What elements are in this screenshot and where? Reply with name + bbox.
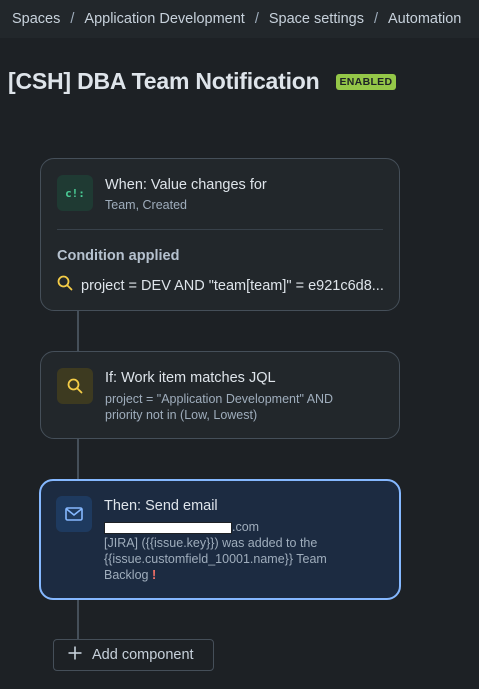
breadcrumb-separator: / bbox=[70, 11, 75, 27]
breadcrumb-separator: / bbox=[254, 11, 259, 27]
condition-applied-label: Condition applied bbox=[57, 248, 180, 264]
action-title: Then: Send email bbox=[104, 498, 218, 514]
page-title[interactable]: [CSH] DBA Team Notification bbox=[8, 68, 320, 95]
plus-icon bbox=[68, 646, 82, 665]
breadcrumb-spaces[interactable]: Spaces bbox=[12, 11, 60, 27]
condition-applied-text: project = DEV AND "team[team]" = e921c6d… bbox=[81, 277, 384, 294]
email-icon bbox=[56, 496, 92, 532]
breadcrumb-automation[interactable]: Automation bbox=[388, 11, 461, 27]
condition-jql-line2: priority not in (Low, Lowest) bbox=[105, 408, 258, 422]
breadcrumb-space-settings[interactable]: Space settings bbox=[269, 11, 364, 27]
breadcrumb-application-development[interactable]: Application Development bbox=[84, 11, 244, 27]
search-icon bbox=[57, 368, 93, 404]
condition-card[interactable]: If: Work item matches JQL project = "App… bbox=[40, 351, 400, 439]
svg-text:c!:: c!: bbox=[65, 187, 85, 200]
breadcrumb-separator: / bbox=[373, 11, 378, 27]
email-subject-line1: [JIRA] ({{issue.key}}) was added to the bbox=[104, 536, 318, 550]
condition-jql-line1: project = "Application Development" AND bbox=[105, 392, 334, 406]
add-component-button[interactable]: Add component bbox=[53, 639, 214, 671]
status-badge: ENABLED bbox=[335, 73, 397, 90]
email-recipient: .com bbox=[104, 519, 259, 535]
add-component-label: Add component bbox=[92, 647, 194, 663]
flow-connector bbox=[77, 599, 79, 639]
search-icon bbox=[57, 275, 73, 296]
condition-title: If: Work item matches JQL bbox=[105, 370, 276, 386]
divider bbox=[57, 229, 383, 230]
action-card[interactable]: Then: Send email .com [JIRA] ({{issue.ke… bbox=[39, 479, 401, 600]
title-row: [CSH] DBA Team Notification ENABLED bbox=[8, 68, 397, 95]
trigger-card[interactable]: c!: When: Value changes for Team, Create… bbox=[40, 158, 400, 311]
flow-connector bbox=[77, 310, 79, 352]
condition-applied-row: project = DEV AND "team[team]" = e921c6d… bbox=[57, 275, 384, 296]
email-subject-line2: {{issue.customfield_10001.name}} Team bbox=[104, 552, 327, 566]
email-subject-line3: Backlog ! bbox=[104, 568, 157, 582]
trigger-title: When: Value changes for bbox=[105, 177, 267, 193]
trigger-subtitle: Team, Created bbox=[105, 198, 187, 212]
flow-connector bbox=[77, 438, 79, 480]
breadcrumb: Spaces / Application Development / Space… bbox=[0, 0, 479, 38]
value-changes-icon: c!: bbox=[57, 175, 93, 211]
redacted-email bbox=[104, 521, 232, 534]
exclamation-icon: ! bbox=[151, 568, 157, 582]
